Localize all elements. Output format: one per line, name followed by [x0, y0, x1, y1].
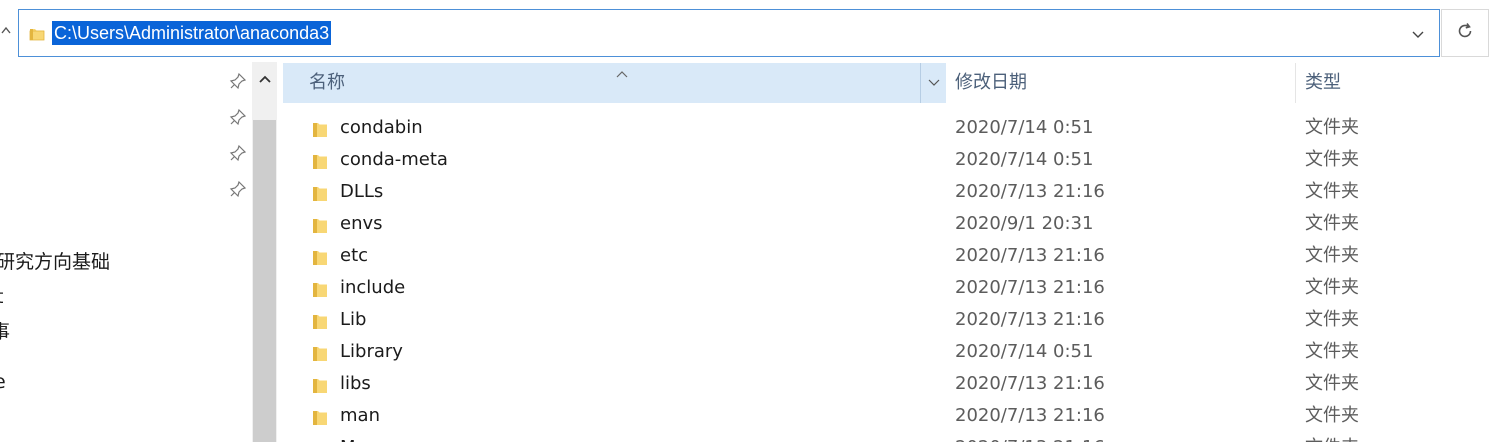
file-type: 文件夹: [1305, 436, 1359, 442]
folder-icon: [312, 312, 328, 330]
file-modified-date: 2020/7/13 21:16: [955, 245, 1105, 266]
column-header-type[interactable]: 类型: [1305, 71, 1341, 95]
nav-item-label[interactable]: t: [0, 285, 3, 309]
folder-icon: [312, 376, 328, 394]
address-path-text[interactable]: C:\Users\Administrator\anaconda3: [52, 21, 332, 45]
file-row[interactable]: conda-meta 2020/7/14 0:51 文件夹: [283, 144, 1497, 176]
file-name[interactable]: Library: [340, 340, 403, 364]
file-modified-date: 2020/7/13 21:16: [955, 405, 1105, 426]
pin-icon[interactable]: [229, 180, 247, 198]
file-name[interactable]: libs: [340, 372, 371, 396]
file-name[interactable]: etc: [340, 244, 368, 268]
file-row[interactable]: Lib 2020/7/13 21:16 文件夹: [283, 304, 1497, 336]
column-header-name-label: 名称: [309, 72, 345, 93]
file-modified-date: 2020/7/13 21:16: [955, 373, 1105, 394]
column-header-date[interactable]: 修改日期: [955, 71, 1027, 95]
column-filter-chevron-icon[interactable]: [920, 63, 946, 103]
file-modified-date: 2020/7/14 0:51: [955, 149, 1094, 170]
folder-icon: [312, 248, 328, 266]
file-name[interactable]: DLLs: [340, 180, 383, 204]
file-list: condabin 2020/7/14 0:51 文件夹 conda-meta 2020/…: [283, 112, 1497, 442]
file-name[interactable]: envs: [340, 212, 383, 236]
file-type: 文件夹: [1305, 181, 1359, 202]
refresh-button[interactable]: [1441, 9, 1489, 57]
file-type: 文件夹: [1305, 277, 1359, 298]
file-row[interactable]: Menu 2020/7/13 21:16 文件夹: [283, 432, 1497, 442]
file-modified-date: 2020/7/14 0:51: [955, 117, 1094, 138]
folder-icon: [312, 408, 328, 426]
file-modified-date: 2020/7/13 21:16: [955, 309, 1105, 330]
folder-icon: [312, 184, 328, 202]
file-name[interactable]: condabin: [340, 116, 423, 140]
column-divider[interactable]: [1295, 63, 1296, 103]
refresh-icon: [1455, 21, 1475, 45]
file-name[interactable]: include: [340, 276, 405, 300]
pin-icon[interactable]: [229, 72, 247, 90]
pin-icon[interactable]: [229, 108, 247, 126]
file-type: 文件夹: [1305, 149, 1359, 170]
navigation-scrollbar[interactable]: [252, 62, 277, 442]
pin-icon[interactable]: [229, 144, 247, 162]
file-name[interactable]: conda-meta: [340, 148, 448, 172]
address-bar[interactable]: C:\Users\Administrator\anaconda3: [18, 9, 1440, 57]
nav-item-label[interactable]: 事: [0, 320, 10, 344]
navigation-pane: 研究方向基础 t 事 e: [0, 62, 252, 442]
file-explorer-window: C:\Users\Administrator\anaconda3 研究方向基础 …: [0, 0, 1497, 442]
file-type: 文件夹: [1305, 213, 1359, 234]
scrollbar-thumb[interactable]: [253, 120, 276, 442]
nav-item-label[interactable]: 研究方向基础: [0, 250, 110, 274]
file-row[interactable]: condabin 2020/7/14 0:51 文件夹: [283, 112, 1497, 144]
file-row[interactable]: DLLs 2020/7/13 21:16 文件夹: [283, 176, 1497, 208]
file-row[interactable]: libs 2020/7/13 21:16 文件夹: [283, 368, 1497, 400]
file-modified-date: 2020/7/14 0:51: [955, 341, 1094, 362]
file-type: 文件夹: [1305, 117, 1359, 138]
up-level-icon[interactable]: [0, 20, 12, 40]
file-type: 文件夹: [1305, 373, 1359, 394]
file-name[interactable]: man: [340, 404, 380, 428]
file-type: 文件夹: [1305, 405, 1359, 426]
file-type: 文件夹: [1305, 309, 1359, 330]
folder-icon: [312, 216, 328, 234]
sort-ascending-icon: [616, 63, 628, 78]
file-modified-date: 2020/9/1 20:31: [955, 213, 1094, 234]
file-type: 文件夹: [1305, 341, 1359, 362]
nav-item-label[interactable]: e: [0, 370, 6, 394]
file-row[interactable]: Library 2020/7/14 0:51 文件夹: [283, 336, 1497, 368]
folder-icon: [312, 120, 328, 138]
file-name[interactable]: Menu: [340, 436, 389, 442]
file-row[interactable]: include 2020/7/13 21:16 文件夹: [283, 272, 1497, 304]
column-header-name[interactable]: 名称: [283, 63, 946, 103]
file-name[interactable]: Lib: [340, 308, 366, 332]
file-modified-date: 2020/7/13 21:16: [955, 277, 1105, 298]
file-row[interactable]: envs 2020/9/1 20:31 文件夹: [283, 208, 1497, 240]
column-header-row: 名称 修改日期 类型: [283, 63, 1497, 103]
file-row[interactable]: man 2020/7/13 21:16 文件夹: [283, 400, 1497, 432]
file-type: 文件夹: [1305, 245, 1359, 266]
file-row[interactable]: etc 2020/7/13 21:16 文件夹: [283, 240, 1497, 272]
folder-icon: [29, 26, 45, 41]
folder-icon: [312, 280, 328, 298]
folder-icon: [312, 152, 328, 170]
chevron-down-icon[interactable]: [1411, 24, 1425, 44]
chevron-up-icon[interactable]: [252, 62, 277, 96]
file-modified-date: 2020/7/13 21:16: [955, 181, 1105, 202]
folder-icon: [312, 344, 328, 362]
file-modified-date: 2020/7/13 21:16: [955, 436, 1105, 442]
